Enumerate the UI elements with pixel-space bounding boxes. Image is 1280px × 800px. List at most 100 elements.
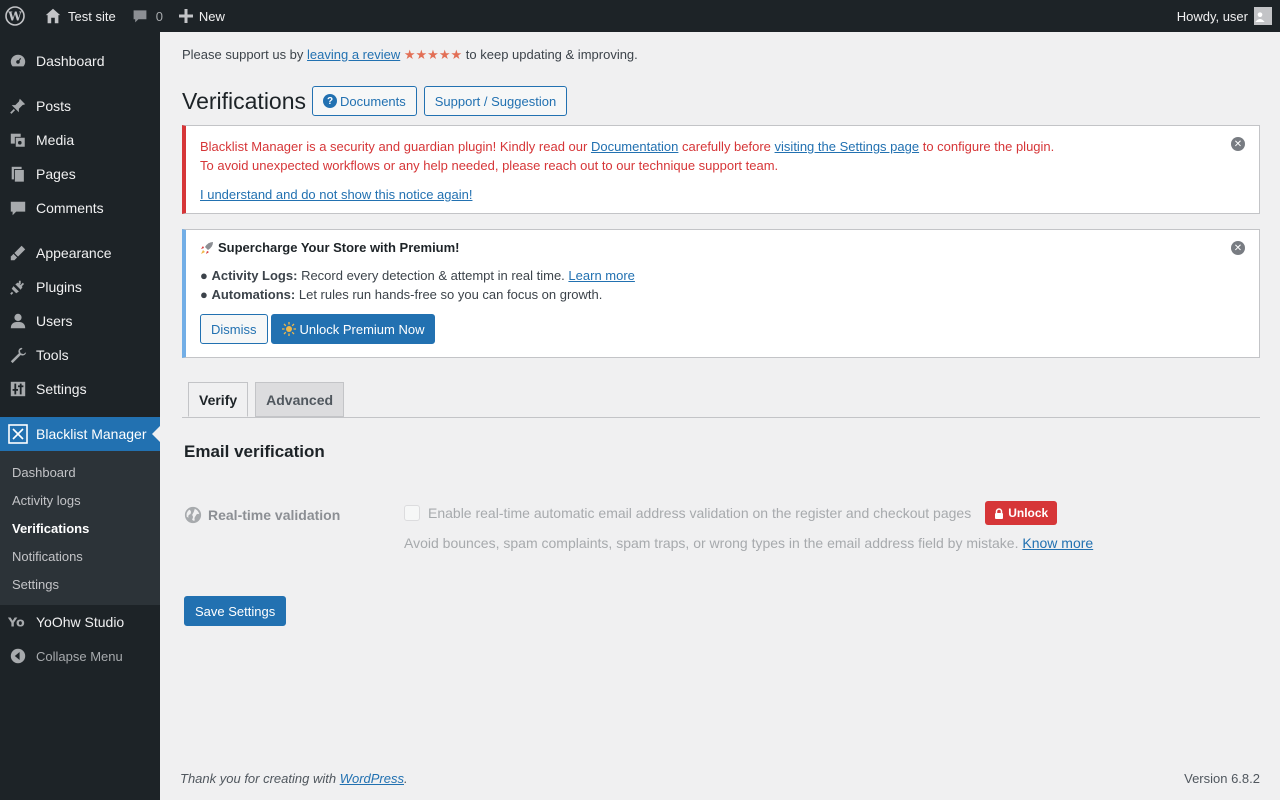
close-icon[interactable]: ✕ [1231, 137, 1245, 151]
footer: Thank you for creating with WordPress. V… [180, 771, 1260, 786]
menu-posts[interactable]: Posts [0, 89, 160, 123]
wordpress-link[interactable]: WordPress [340, 771, 404, 786]
tab-verify[interactable]: Verify [188, 382, 249, 417]
collapse-menu[interactable]: Collapse Menu [0, 639, 160, 673]
feature-text: Record every detection & attempt in real… [301, 268, 565, 283]
site-name-link[interactable]: Test site [36, 0, 124, 32]
checkbox-label: Enable real-time automatic email address… [428, 505, 972, 521]
dismiss-button[interactable]: Dismiss [200, 314, 268, 344]
settings-tabs: Verify Advanced [188, 382, 351, 417]
comments-count: 0 [155, 8, 163, 24]
notice-line-2: To avoid unexpected workflows or any hel… [200, 158, 779, 173]
dont-show-again-link[interactable]: I understand and do not show this notice… [200, 187, 472, 202]
unlock-premium-label: Unlock Premium Now [299, 321, 425, 337]
submenu-verifications[interactable]: Verifications [0, 514, 160, 542]
section-title: Email verification [184, 442, 325, 461]
know-more-link[interactable]: Know more [1022, 535, 1093, 551]
admin-sidebar: Dashboard Posts Media Pages Comments App… [0, 32, 160, 800]
collapse-icon [8, 646, 28, 666]
menu-label: YoOhw Studio [36, 614, 125, 630]
premium-heading: Supercharge Your Store with Premium! [200, 240, 1245, 255]
unlock-label: Unlock [1008, 506, 1049, 520]
unlock-button[interactable]: Unlock [985, 501, 1058, 525]
menu-label: Appearance [36, 245, 112, 261]
media-icon [8, 130, 28, 150]
menu-media[interactable]: Media [0, 123, 160, 157]
comment-icon [133, 10, 147, 23]
menu-settings[interactable]: Settings [0, 372, 160, 406]
menu-plugins[interactable]: Plugins [0, 270, 160, 304]
user-icon [8, 311, 28, 331]
review-link[interactable]: leaving a review [307, 47, 400, 62]
dashboard-icon [8, 51, 28, 71]
blacklist-icon [8, 424, 28, 444]
settings-icon [8, 379, 28, 399]
plug-icon [8, 277, 28, 297]
unlock-premium-button[interactable]: Unlock Premium Now [270, 314, 436, 344]
menu-yoohw-studio[interactable]: Yo YoOhw Studio [0, 605, 160, 639]
support-line: Please support us by leaving a review ★★… [182, 47, 638, 63]
yoohw-icon: Yo [8, 612, 28, 632]
menu-pages[interactable]: Pages [0, 157, 160, 191]
tab-advanced[interactable]: Advanced [255, 382, 345, 417]
description-text: Avoid bounces, spam complaints, spam tra… [404, 535, 1019, 551]
menu-dashboard[interactable]: Dashboard [0, 44, 160, 78]
wrench-icon [8, 345, 28, 365]
pages-icon [8, 164, 28, 184]
notice-line-1: Blacklist Manager is a security and guar… [200, 137, 1245, 156]
menu-users[interactable]: Users [0, 304, 160, 338]
menu-tools[interactable]: Tools [0, 338, 160, 372]
menu-label: Tools [36, 347, 69, 363]
page-header: Verifications ? Documents Support / Sugg… [182, 86, 574, 116]
premium-notice: ✕ Supercharge Your Store with Premium! ●… [182, 229, 1260, 358]
comments-link[interactable]: 0 [124, 0, 171, 32]
support-suggestion-button[interactable]: Support / Suggestion [423, 86, 568, 116]
avatar [1254, 7, 1272, 25]
menu-blacklist-manager[interactable]: Blacklist Manager [0, 417, 160, 451]
menu-label: Comments [36, 200, 104, 216]
menu-label: Plugins [36, 279, 82, 295]
notice-dismiss-row: I understand and do not show this notice… [200, 185, 1245, 204]
close-icon[interactable]: ✕ [1231, 241, 1245, 255]
premium-title: Supercharge Your Store with Premium! [218, 240, 460, 255]
new-content-link[interactable]: New [171, 0, 233, 32]
checkbox-row: Enable real-time automatic email address… [404, 501, 1254, 525]
submenu-activity-logs[interactable]: Activity logs [0, 486, 160, 514]
field-label-text: Real-time validation [208, 507, 341, 523]
settings-page-link[interactable]: visiting the Settings page [775, 139, 920, 154]
home-icon [45, 8, 61, 24]
menu-label: Collapse Menu [36, 648, 123, 664]
menu-label: Dashboard [36, 53, 105, 69]
plugin-notice: ✕ Blacklist Manager is a security and gu… [182, 125, 1260, 214]
menu-appearance[interactable]: Appearance [0, 236, 160, 270]
feature-automations: ● Automations: Let rules run hands-free … [200, 287, 603, 302]
feature-label: Automations: [211, 287, 296, 302]
rocket-icon [201, 241, 213, 254]
pin-icon [8, 96, 28, 116]
brush-icon [8, 243, 28, 263]
tabs-divider [182, 417, 1260, 418]
wordpress-logo-icon[interactable]: W [0, 0, 36, 32]
submenu-settings[interactable]: Settings [0, 570, 160, 598]
learn-more-link[interactable]: Learn more [568, 268, 634, 283]
premium-actions: Dismiss Unlock Premium Now [200, 314, 1245, 344]
menu-label: Pages [36, 166, 76, 182]
rating-stars[interactable]: ★★★★★ [404, 47, 462, 62]
comment-icon [8, 198, 28, 218]
notice-text: carefully before [682, 139, 771, 154]
howdy-text: Howdy, user [1176, 8, 1248, 24]
feature-label: Activity Logs: [211, 268, 298, 283]
documents-button[interactable]: ? Documents [312, 86, 417, 116]
save-settings-button[interactable]: Save Settings [184, 596, 287, 626]
submenu-notifications[interactable]: Notifications [0, 542, 160, 570]
menu-comments[interactable]: Comments [0, 191, 160, 225]
plus-icon [178, 9, 193, 23]
menu-label: Posts [36, 98, 72, 114]
sun-icon [281, 322, 296, 336]
documentation-link[interactable]: Documentation [591, 139, 678, 154]
my-account-link[interactable]: Howdy, user [1169, 0, 1280, 32]
realtime-validation-checkbox[interactable] [404, 505, 420, 521]
submenu-dashboard[interactable]: Dashboard [0, 458, 160, 486]
new-label: New [198, 8, 225, 24]
admin-bar: W Test site 0 New Howdy, user [0, 0, 1280, 32]
